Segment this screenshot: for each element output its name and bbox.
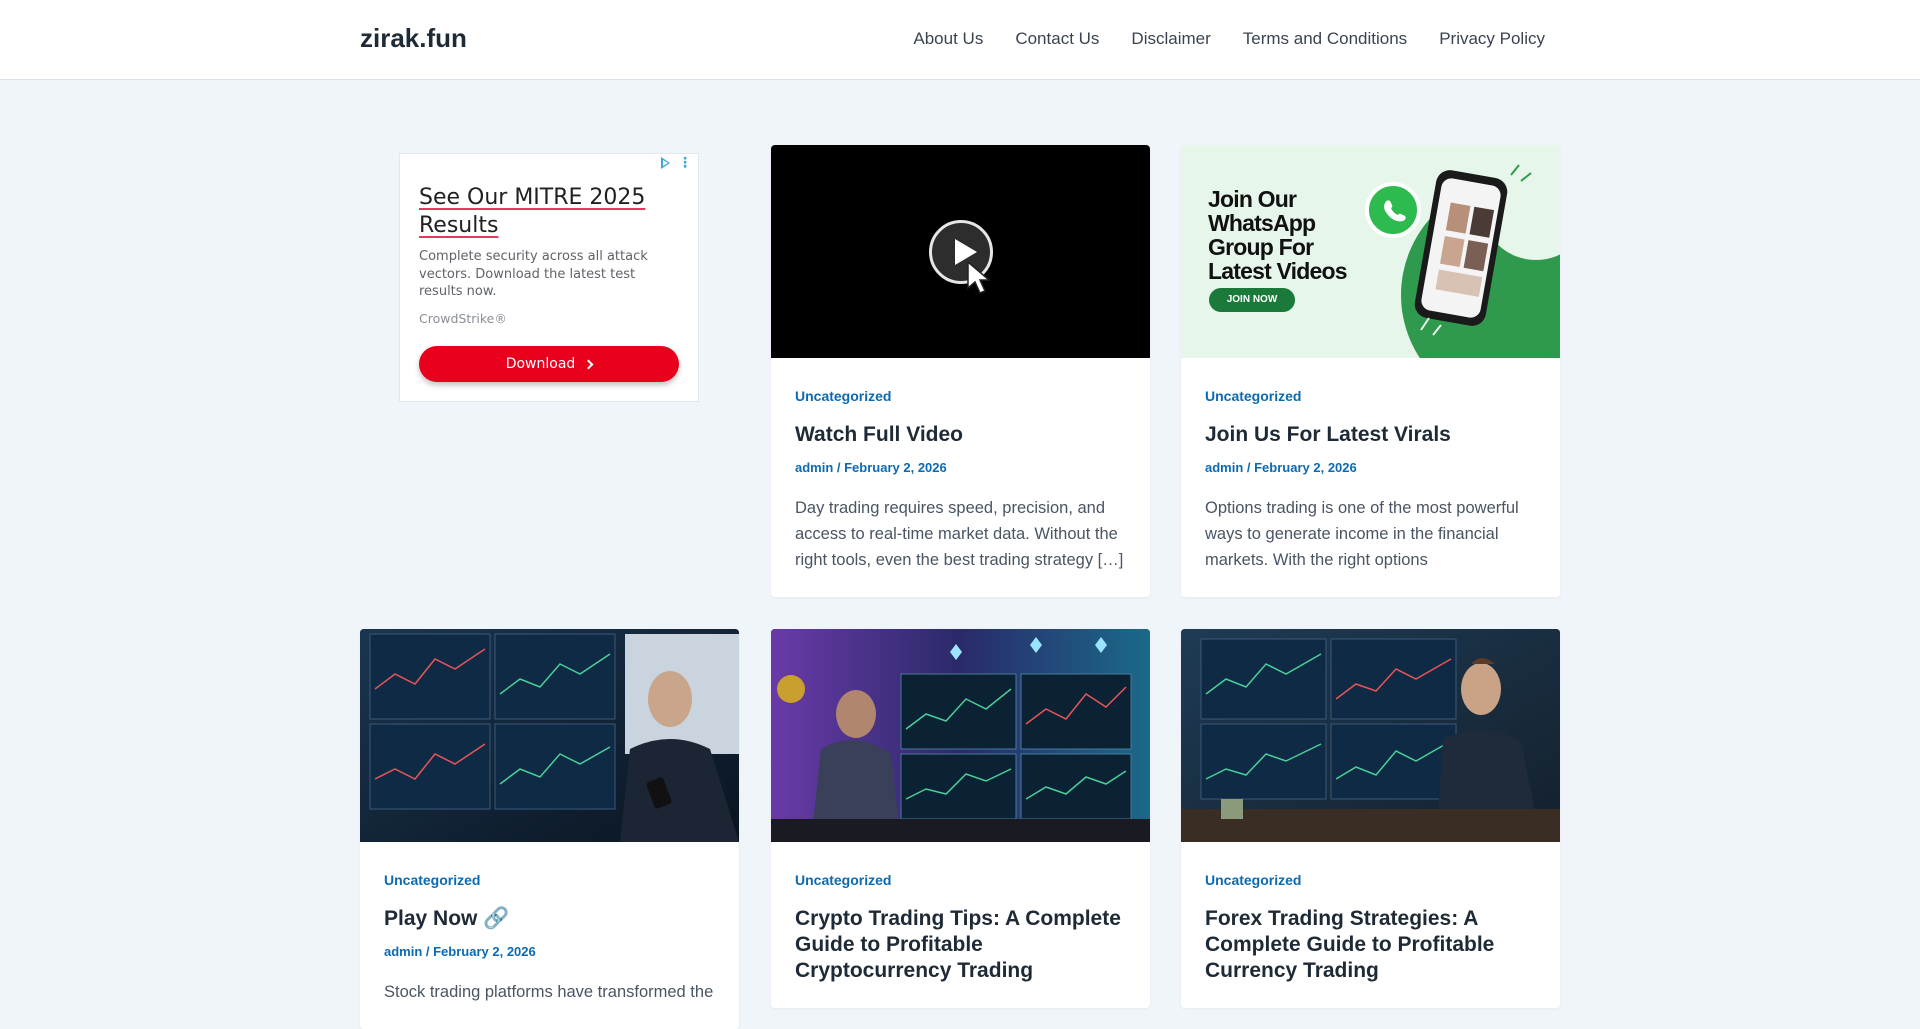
more-options-icon[interactable]: ⋮ [678, 156, 692, 170]
nav-contact-us[interactable]: Contact Us [1015, 29, 1099, 49]
nav-privacy-policy[interactable]: Privacy Policy [1439, 29, 1545, 49]
post-excerpt: Stock trading platforms have transformed… [384, 983, 714, 1001]
post-category[interactable]: Uncategorized [795, 388, 1126, 404]
post-category[interactable]: Uncategorized [1205, 388, 1536, 404]
post-thumbnail[interactable]: Join Our WhatsApp Group For Latest Video… [1181, 145, 1560, 358]
ad-choices[interactable]: ⋮ [661, 156, 692, 170]
thumb-headline: Join Our WhatsApp Group For Latest Video… [1208, 186, 1348, 284]
post-meta[interactable]: admin / February 2, 2026 [795, 460, 1126, 475]
post-category[interactable]: Uncategorized [795, 872, 1126, 888]
nav-terms-and-conditions[interactable]: Terms and Conditions [1243, 29, 1407, 49]
post-card: Uncategorized Forex Trading Strategies: … [1181, 629, 1560, 1008]
cursor-icon [967, 260, 992, 294]
post-title[interactable]: Join Us For Latest Virals [1205, 422, 1536, 448]
ad-title[interactable]: See Our MITRE 2025 Results [419, 184, 679, 240]
ad-description: Complete security across all attack vect… [419, 249, 648, 299]
post-excerpt: Options trading is one of the most power… [1205, 499, 1519, 569]
thumb-join-button: JOIN NOW [1209, 288, 1295, 312]
post-card: Uncategorized Play Now 🔗 admin / Februar… [360, 629, 739, 1029]
post-card: Uncategorized Watch Full Video admin / F… [771, 145, 1150, 597]
post-thumbnail[interactable] [771, 145, 1150, 358]
post-card: Uncategorized Crypto Trading Tips: A Com… [771, 629, 1150, 1008]
crypto-trading-photo [771, 629, 1150, 842]
post-title[interactable]: Crypto Trading Tips: A Complete Guide to… [795, 906, 1126, 984]
post-title[interactable]: Play Now 🔗 [384, 906, 715, 932]
ad-download-button[interactable]: Download [419, 346, 679, 382]
post-category[interactable]: Uncategorized [1205, 872, 1536, 888]
trading-desk-photo [360, 629, 739, 842]
primary-nav: About Us Contact Us Disclaimer Terms and… [913, 29, 1545, 49]
forex-trading-photo [1181, 629, 1560, 842]
ad-card[interactable]: ⋮ See Our MITRE 2025 Results Complete se… [399, 153, 699, 402]
post-thumbnail[interactable] [360, 629, 739, 842]
post-meta[interactable]: admin / February 2, 2026 [1205, 460, 1536, 475]
post-thumbnail[interactable] [1181, 629, 1560, 842]
post-category[interactable]: Uncategorized [384, 872, 715, 888]
site-header: zirak.fun About Us Contact Us Disclaimer… [0, 0, 1920, 80]
post-card: Join Our WhatsApp Group For Latest Video… [1181, 145, 1560, 597]
post-thumbnail[interactable] [771, 629, 1150, 842]
chevron-right-icon [583, 359, 594, 369]
post-title[interactable]: Forex Trading Strategies: A Complete Gui… [1205, 906, 1536, 984]
nav-disclaimer[interactable]: Disclaimer [1131, 29, 1210, 49]
post-title[interactable]: Watch Full Video [795, 422, 1126, 448]
adchoices-icon[interactable] [661, 157, 670, 169]
site-logo[interactable]: zirak.fun [360, 23, 467, 54]
post-excerpt: Day trading requires speed, precision, a… [795, 499, 1124, 569]
ad-download-label: Download [505, 356, 576, 372]
post-meta[interactable]: admin / February 2, 2026 [384, 944, 715, 959]
ad-brand: CrowdStrike® [419, 311, 507, 326]
nav-about-us[interactable]: About Us [913, 29, 983, 49]
